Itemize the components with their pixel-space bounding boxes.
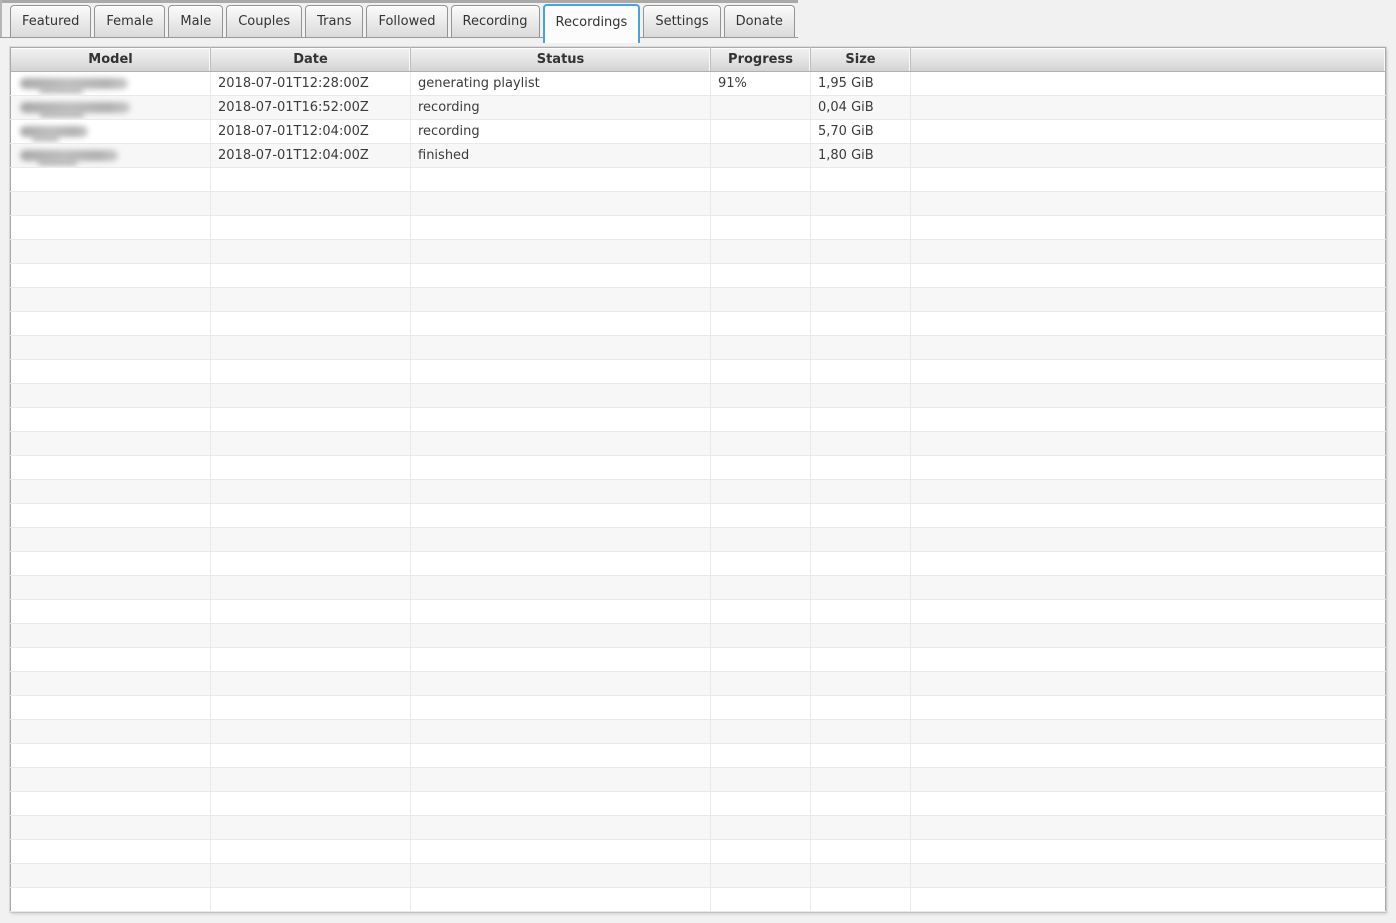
empty-row xyxy=(11,360,1386,384)
cell-model xyxy=(11,96,211,120)
empty-row xyxy=(11,480,1386,504)
empty-row xyxy=(11,840,1386,864)
cell-progress xyxy=(711,120,811,144)
empty-row xyxy=(11,384,1386,408)
empty-row xyxy=(11,624,1386,648)
empty-row xyxy=(11,288,1386,312)
tab-recording[interactable]: Recording xyxy=(451,5,540,37)
tab-male[interactable]: Male xyxy=(168,5,223,37)
empty-row xyxy=(11,336,1386,360)
empty-row xyxy=(11,432,1386,456)
empty-row xyxy=(11,696,1386,720)
blurred-model-name xyxy=(20,126,88,137)
cell-progress xyxy=(711,144,811,168)
column-header-progress[interactable]: Progress xyxy=(711,48,811,72)
cell-extra xyxy=(911,120,1386,144)
cell-extra xyxy=(911,96,1386,120)
empty-row xyxy=(11,528,1386,552)
tab-label: Trans xyxy=(317,14,351,29)
cell-model xyxy=(11,72,211,96)
blurred-model-name xyxy=(20,78,128,89)
tab-label: Recordings xyxy=(556,15,628,30)
tab-bar: Featured Female Male Couples Trans Follo… xyxy=(0,0,798,38)
tab-featured[interactable]: Featured xyxy=(10,5,91,37)
tab-label: Donate xyxy=(736,14,783,29)
empty-row xyxy=(11,264,1386,288)
tab-followed[interactable]: Followed xyxy=(366,5,447,37)
cell-date: 2018-07-01T16:52:00Z xyxy=(211,96,411,120)
cell-date: 2018-07-01T12:04:00Z xyxy=(211,120,411,144)
cell-extra xyxy=(911,72,1386,96)
recordings-table: Model Date Status Progress Size 2018-07-… xyxy=(10,47,1386,912)
empty-row xyxy=(11,600,1386,624)
empty-row xyxy=(11,408,1386,432)
empty-row xyxy=(11,456,1386,480)
cell-status: recording xyxy=(411,96,711,120)
column-header-size[interactable]: Size xyxy=(811,48,911,72)
recording-row[interactable]: 2018-07-01T16:52:00Z recording 0,04 GiB xyxy=(11,96,1386,120)
cell-size: 1,80 GiB xyxy=(811,144,911,168)
empty-row xyxy=(11,312,1386,336)
cell-status: generating playlist xyxy=(411,72,711,96)
recording-row[interactable]: 2018-07-01T12:28:00Z generating playlist… xyxy=(11,72,1386,96)
empty-row xyxy=(11,192,1386,216)
recordings-table-body: 2018-07-01T12:28:00Z generating playlist… xyxy=(11,72,1386,912)
cell-size: 1,95 GiB xyxy=(811,72,911,96)
tab-label: Settings xyxy=(655,14,708,29)
tab-label: Couples xyxy=(238,14,290,29)
empty-row xyxy=(11,744,1386,768)
empty-row xyxy=(11,864,1386,888)
cell-size: 0,04 GiB xyxy=(811,96,911,120)
table-header-row: Model Date Status Progress Size xyxy=(11,48,1386,72)
cell-extra xyxy=(911,144,1386,168)
tab-label: Recording xyxy=(463,14,528,29)
column-header-model[interactable]: Model xyxy=(11,48,211,72)
tab-couples[interactable]: Couples xyxy=(226,5,302,37)
empty-row xyxy=(11,504,1386,528)
tab-label: Featured xyxy=(22,14,79,29)
empty-row xyxy=(11,216,1386,240)
cell-model xyxy=(11,120,211,144)
tab-label: Female xyxy=(106,14,153,29)
recording-row[interactable]: 2018-07-01T12:04:00Z recording 5,70 GiB xyxy=(11,120,1386,144)
blurred-model-name xyxy=(20,102,130,113)
cell-model xyxy=(11,144,211,168)
cell-date: 2018-07-01T12:28:00Z xyxy=(211,72,411,96)
tab-donate[interactable]: Donate xyxy=(724,5,795,37)
tab-trans[interactable]: Trans xyxy=(305,5,363,37)
empty-row xyxy=(11,648,1386,672)
cell-status: finished xyxy=(411,144,711,168)
empty-row xyxy=(11,576,1386,600)
column-header-date[interactable]: Date xyxy=(211,48,411,72)
empty-row xyxy=(11,672,1386,696)
column-header-status[interactable]: Status xyxy=(411,48,711,72)
empty-row xyxy=(11,792,1386,816)
empty-row xyxy=(11,168,1386,192)
tab-label: Followed xyxy=(378,14,435,29)
empty-row xyxy=(11,816,1386,840)
cell-size: 5,70 GiB xyxy=(811,120,911,144)
empty-row xyxy=(11,240,1386,264)
empty-row xyxy=(11,888,1386,912)
recording-row[interactable]: 2018-07-01T12:04:00Z finished 1,80 GiB xyxy=(11,144,1386,168)
cell-date: 2018-07-01T12:04:00Z xyxy=(211,144,411,168)
recordings-panel: Model Date Status Progress Size 2018-07-… xyxy=(10,47,1386,912)
tab-female[interactable]: Female xyxy=(94,5,165,37)
cell-progress: 91% xyxy=(711,72,811,96)
tab-recordings[interactable]: Recordings xyxy=(543,4,641,43)
tab-label: Male xyxy=(180,14,211,29)
cell-status: recording xyxy=(411,120,711,144)
cell-progress xyxy=(711,96,811,120)
empty-row xyxy=(11,720,1386,744)
empty-row xyxy=(11,768,1386,792)
blurred-model-name xyxy=(20,150,118,161)
empty-row xyxy=(11,552,1386,576)
column-header-extra xyxy=(911,48,1386,72)
tab-settings[interactable]: Settings xyxy=(643,5,720,37)
